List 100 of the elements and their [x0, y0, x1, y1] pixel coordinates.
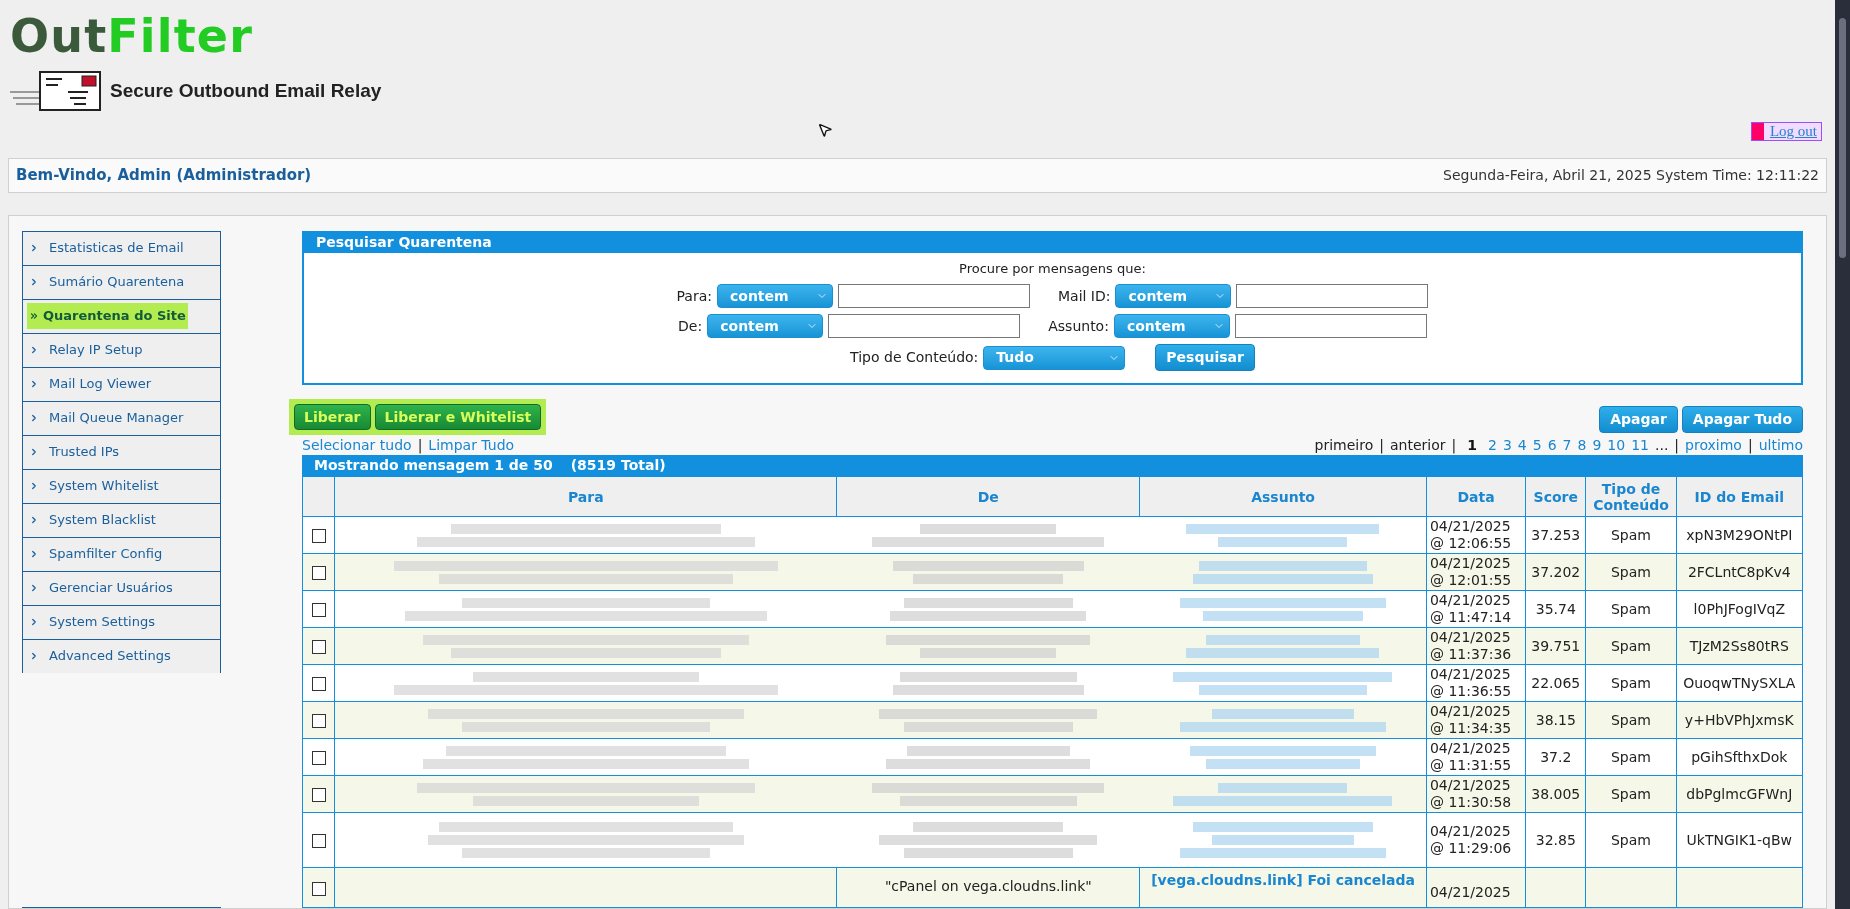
row-checkbox[interactable] — [311, 750, 326, 765]
table-title: Mostrando mensagem 1 de 50 — [314, 456, 553, 475]
row-checkbox[interactable] — [311, 787, 326, 802]
search-input[interactable] — [1234, 314, 1427, 338]
row-checkbox[interactable] — [311, 882, 326, 896]
row-checkbox[interactable] — [311, 602, 326, 617]
operator-dropdown[interactable]: contem — [707, 314, 824, 338]
chevron-icon — [29, 447, 39, 457]
separator: | — [1379, 435, 1384, 456]
chevron-icon — [29, 617, 39, 627]
operator-dropdown[interactable]: contem — [1115, 284, 1232, 308]
search-prompt: Procure por mensagens que: — [959, 259, 1146, 278]
score-cell: 22.065 — [1525, 664, 1586, 702]
type-cell: Spam — [1585, 738, 1677, 776]
date-cell: 04/21/2025 @ 11:29:06 — [1426, 812, 1526, 868]
sender-cell: "cPanel on vega.cloudns.link" — [836, 867, 1140, 908]
chevron-icon — [29, 277, 39, 287]
separator: | — [417, 435, 423, 456]
sidebar-item[interactable]: Estatisticas de Email — [22, 230, 221, 265]
row-checkbox[interactable] — [311, 676, 326, 691]
sidebar-label: System Settings — [49, 613, 155, 632]
email-id-cell: dbPglmcGFWnJ — [1676, 775, 1803, 813]
page-nav-text: anterior — [1389, 435, 1446, 455]
sidebar-label: Mail Log Viewer — [49, 375, 152, 394]
mouse-pointer-icon — [817, 122, 833, 138]
email-id-cell: pGihSfthxDok — [1676, 738, 1803, 776]
separator: | — [1747, 435, 1753, 456]
page-link[interactable]: 7 — [1562, 434, 1572, 456]
score-cell: 32.85 — [1525, 812, 1586, 868]
system-time: Segunda-Feira, Abril 21, 2025 System Time: 12:11:22 — [1443, 165, 1819, 185]
page-link[interactable]: 4 — [1517, 434, 1527, 456]
logout-link[interactable]: Log out — [1750, 122, 1822, 141]
column-header: De — [836, 476, 1140, 517]
sidebar-item[interactable]: Gerenciar Usuários — [22, 570, 221, 605]
row-checkbox[interactable] — [311, 528, 326, 543]
action-button[interactable]: Pesquisar — [1155, 344, 1255, 371]
logout-marker-icon — [1751, 123, 1764, 140]
page-link[interactable]: 11 — [1631, 434, 1649, 456]
column-header: Assunto — [1139, 476, 1427, 517]
operator-dropdown[interactable]: Tudo — [983, 345, 1126, 370]
search-input[interactable] — [1236, 284, 1429, 308]
type-cell: Spam — [1585, 627, 1677, 665]
page-nav-link[interactable]: ultimo — [1758, 434, 1803, 456]
operator-dropdown[interactable]: contem — [716, 284, 833, 308]
sidebar-item[interactable]: System Whitelist — [22, 468, 221, 503]
sidebar-item[interactable]: Sumário Quarentena — [22, 264, 221, 299]
sidebar-item[interactable]: System Blacklist — [22, 502, 221, 537]
date-cell: 04/21/2025 @ 11:36:55 — [1426, 664, 1526, 702]
page-link[interactable]: 1 — [1467, 434, 1477, 456]
column-header: Para — [334, 476, 837, 517]
sidebar-item[interactable]: Quarentena do Site — [22, 298, 221, 333]
date-cell: 04/21/2025 @ 11:30:58 — [1426, 775, 1526, 813]
field-label: Mail ID: — [1057, 286, 1111, 306]
sidebar-label: Trusted IPs — [49, 443, 120, 462]
sidebar-item[interactable]: Mail Log Viewer — [22, 366, 221, 401]
sidebar-item[interactable]: Spamfilter Config — [22, 536, 221, 571]
separator: | — [1674, 435, 1680, 456]
date-cell: 04/21/2025 @ 11:37:36 — [1426, 627, 1526, 665]
date-cell: 04/21/2025 — [1426, 867, 1526, 908]
email-id-cell: TJzM2Ss80tRS — [1676, 627, 1803, 665]
release-button[interactable]: Liberar e Whitelist — [374, 404, 542, 430]
sidebar-item[interactable]: Mail Queue Manager — [22, 400, 221, 435]
sidebar-item[interactable]: Advanced Settings — [22, 638, 221, 673]
date-cell: 04/21/2025 @ 11:47:14 — [1426, 590, 1526, 628]
page-link[interactable]: 6 — [1547, 434, 1557, 456]
action-button[interactable]: Apagar Tudo — [1681, 406, 1803, 433]
row-checkbox[interactable] — [311, 565, 326, 580]
row-checkbox[interactable] — [311, 639, 326, 654]
search-input[interactable] — [837, 284, 1030, 308]
page-link[interactable]: 9 — [1592, 434, 1602, 456]
sidebar-item[interactable]: System Settings — [22, 604, 221, 639]
column-header: Tipo de Conteúdo — [1585, 476, 1677, 517]
chevron-icon — [29, 651, 39, 661]
field-label: Para: — [676, 286, 712, 306]
separator: | — [1451, 435, 1457, 456]
scrollbar[interactable] — [1835, 0, 1850, 909]
selection-link[interactable]: Selecionar tudo — [302, 434, 412, 456]
sidebar-item[interactable]: Trusted IPs — [22, 434, 221, 469]
chevron-icon — [29, 583, 39, 593]
chevron-icon — [29, 481, 39, 491]
selection-link[interactable]: Limpar Tudo — [428, 434, 515, 456]
column-header: Score — [1525, 476, 1586, 517]
page-link[interactable]: 2 — [1487, 434, 1497, 456]
page-link[interactable]: 5 — [1532, 434, 1542, 456]
tagline: Secure Outbound Email Relay — [110, 78, 382, 103]
search-input[interactable] — [828, 314, 1021, 338]
row-checkbox[interactable] — [311, 713, 326, 728]
page-link[interactable]: 10 — [1607, 434, 1626, 456]
welcome-text: Bem-Vindo, Admin (Administrador) — [16, 165, 312, 186]
chevron-icon — [29, 379, 39, 389]
page-nav-link[interactable]: proximo — [1685, 434, 1742, 456]
sidebar-item[interactable]: Relay IP Setup — [22, 332, 221, 367]
email-id-cell: xpN3M29ONtPI — [1676, 516, 1803, 554]
page-link[interactable]: 8 — [1577, 434, 1587, 456]
page-link[interactable]: 3 — [1502, 434, 1512, 456]
action-button[interactable]: Apagar — [1599, 406, 1678, 433]
release-button[interactable]: Liberar — [294, 404, 371, 430]
sidebar-label: Spamfilter Config — [49, 545, 163, 564]
row-checkbox[interactable] — [311, 833, 326, 848]
operator-dropdown[interactable]: contem — [1113, 314, 1230, 338]
